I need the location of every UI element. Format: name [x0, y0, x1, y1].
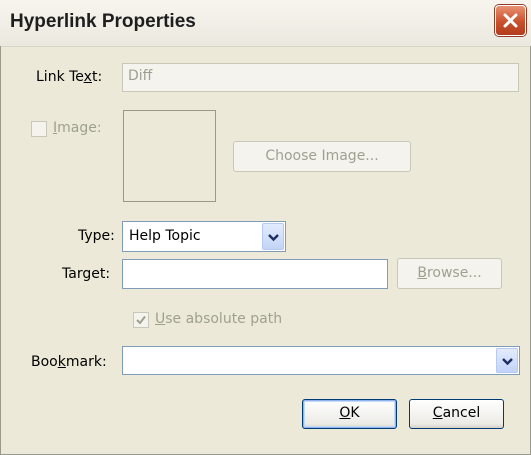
- bookmark-select[interactable]: [122, 346, 520, 375]
- image-label: Image:: [53, 120, 102, 136]
- bookmark-label: Bookmark:: [31, 354, 107, 370]
- type-label: Type:: [78, 228, 115, 244]
- target-input[interactable]: [122, 259, 388, 289]
- link-text-label: Link Text:: [36, 69, 103, 85]
- type-select[interactable]: Help Topic: [122, 221, 286, 252]
- title-bar[interactable]: Hyperlink Properties: [0, 0, 531, 47]
- ok-button[interactable]: OK: [302, 399, 397, 429]
- link-text-field[interactable]: Diff: [122, 63, 519, 92]
- cancel-button[interactable]: Cancel: [409, 399, 504, 429]
- close-button[interactable]: [495, 5, 526, 36]
- dialog-title: Hyperlink Properties: [10, 11, 196, 32]
- absolute-path-checkbox[interactable]: [133, 312, 149, 328]
- image-preview: [123, 110, 216, 202]
- hyperlink-properties-dialog: Hyperlink Properties Link Text: Diff Ima…: [0, 0, 531, 455]
- type-dropdown-button[interactable]: [262, 223, 284, 250]
- absolute-path-label: Use absolute path: [155, 311, 283, 327]
- image-checkbox[interactable]: [31, 121, 47, 137]
- type-value: Help Topic: [129, 228, 201, 244]
- bookmark-dropdown-button[interactable]: [496, 348, 518, 373]
- choose-image-button[interactable]: Choose Image...: [233, 141, 411, 172]
- target-label: Target:: [62, 266, 111, 282]
- browse-button[interactable]: Browse...: [397, 258, 502, 289]
